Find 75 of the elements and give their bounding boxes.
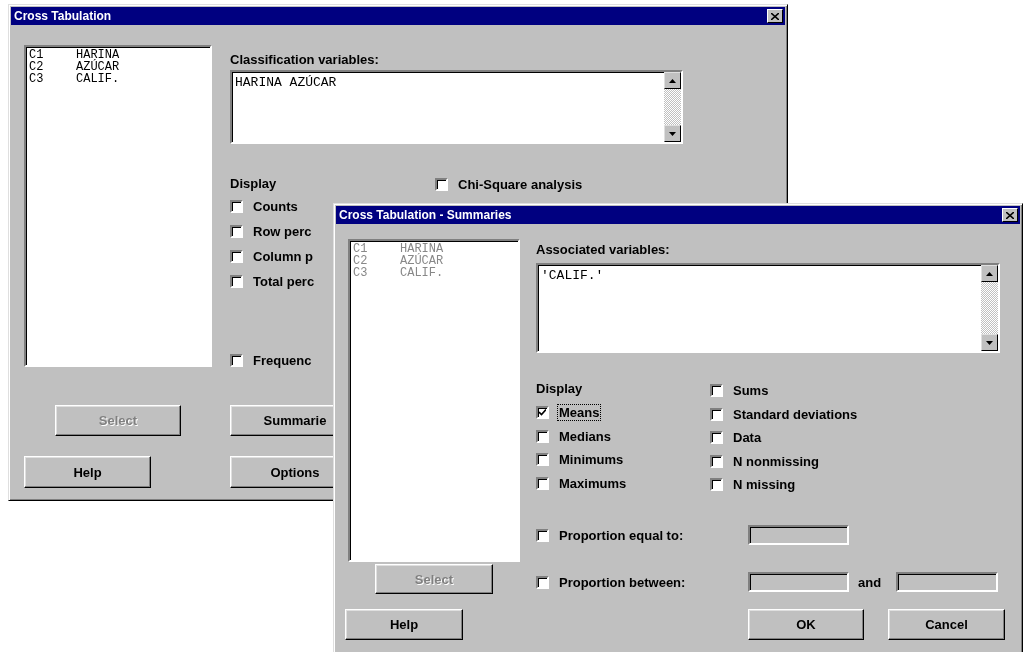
window-title: Cross Tabulation [14, 9, 112, 23]
close-icon [771, 12, 779, 20]
down-arrow-icon [669, 131, 676, 136]
section-label: Display [230, 176, 278, 193]
scroll-up-button[interactable] [664, 72, 681, 89]
scroll-down-button[interactable] [664, 125, 681, 142]
checkbox[interactable] [435, 178, 448, 191]
checkbox-label[interactable]: Minimums [557, 451, 626, 468]
column-id: C3 [353, 267, 369, 279]
variable-name: CALIF. [76, 73, 120, 85]
checkbox[interactable] [536, 476, 549, 490]
variables-field[interactable]: HARINA AZÚCAR [230, 70, 683, 144]
checkbox[interactable] [710, 454, 723, 468]
close-button[interactable] [767, 9, 783, 23]
scroll-down-button[interactable] [981, 334, 998, 351]
checkbox-label[interactable]: Sums [731, 382, 771, 399]
checkbox-label[interactable]: Total perc [251, 273, 317, 290]
checkbox[interactable] [230, 275, 243, 288]
ok-button[interactable]: OK [748, 608, 864, 640]
column-id: C1 [353, 243, 369, 255]
checkbox[interactable] [230, 250, 243, 263]
checkbox-label[interactable]: Standard deviations [731, 405, 860, 423]
field-label: Associated variables: [536, 242, 671, 259]
close-icon [1006, 211, 1014, 219]
checkbox-label[interactable]: N nonmissing [731, 452, 821, 470]
variable-name: AZÚCAR [76, 61, 120, 73]
up-arrow-icon [986, 271, 993, 276]
checkbox[interactable] [710, 478, 723, 491]
help-button[interactable]: Help [345, 608, 463, 640]
upper-bound-field[interactable] [896, 572, 999, 592]
down-arrow-icon [986, 340, 993, 345]
variable-name: HARINA [400, 243, 444, 255]
checkbox[interactable] [536, 406, 549, 419]
checkbox[interactable] [536, 575, 549, 589]
section-label: Display [536, 380, 584, 398]
checkbox[interactable] [230, 354, 243, 367]
cancel-button[interactable]: Cancel [888, 608, 1005, 640]
up-arrow-icon [669, 78, 676, 83]
column-id: C2 [353, 255, 369, 267]
checkbox-label[interactable]: Medians [557, 427, 613, 445]
column-id: C3 [29, 73, 45, 85]
checkbox-label[interactable]: Proportion between: [557, 573, 688, 591]
checkbox-label[interactable]: Counts [251, 198, 300, 215]
checkbox[interactable] [710, 407, 723, 421]
field-label: Classification variables: [230, 52, 380, 69]
checkbox[interactable] [710, 384, 723, 397]
checkbox-label[interactable]: Data [731, 429, 764, 446]
scroll-up-button[interactable] [981, 265, 998, 282]
variables-field[interactable]: 'CALIF.' [536, 263, 1000, 353]
variable-list[interactable]: C1 HARINA C2 AZÚCAR C3 CALIF. [24, 45, 212, 367]
proportion-field[interactable] [748, 525, 849, 545]
checkbox[interactable] [230, 200, 243, 213]
checkbox-label[interactable]: Frequenc [251, 352, 314, 369]
variable-name: CALIF. [400, 267, 444, 279]
close-button[interactable] [1002, 208, 1018, 222]
checkbox[interactable] [536, 429, 549, 443]
and-label: and [858, 574, 882, 590]
lower-bound-field[interactable] [748, 572, 849, 592]
checkbox-label[interactable]: Chi-Square analysis [456, 176, 585, 193]
checkbox[interactable] [230, 225, 243, 238]
help-button[interactable]: Help [24, 456, 151, 488]
checkbox[interactable] [710, 431, 723, 444]
window-title: Cross Tabulation - Summaries [339, 208, 512, 222]
column-id: C2 [29, 61, 45, 73]
checkbox-label[interactable]: Means [557, 404, 602, 421]
checkbox-label[interactable]: Column p [251, 248, 315, 265]
checkbox-label[interactable]: Proportion equal to: [557, 526, 686, 544]
check-icon [539, 409, 546, 416]
checkbox-label[interactable]: Maximums [557, 474, 629, 492]
checkbox[interactable] [536, 528, 549, 542]
column-id: C1 [29, 49, 45, 61]
checkbox-label[interactable]: N missing [731, 476, 798, 493]
checkbox[interactable] [536, 453, 549, 466]
checkbox-label[interactable]: Row perc [251, 223, 314, 240]
variable-name: AZÚCAR [400, 255, 444, 267]
